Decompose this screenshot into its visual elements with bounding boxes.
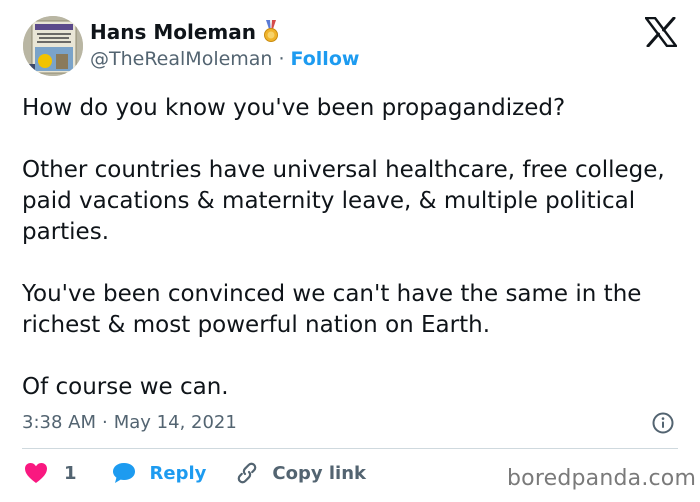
info-icon[interactable] bbox=[652, 412, 674, 434]
like-count: 1 bbox=[64, 462, 77, 484]
reply-label: Reply bbox=[149, 462, 207, 484]
action-bar: 1 Reply Copy link bbox=[24, 461, 366, 485]
tweet-time: 3:38 AM bbox=[22, 412, 96, 433]
tweet-timestamp[interactable]: 3:38 AM · May 14, 2021 bbox=[22, 412, 237, 433]
follow-button[interactable]: Follow bbox=[291, 48, 360, 70]
tweet-paragraph: Other countries have universal healthcar… bbox=[22, 157, 665, 245]
speech-bubble-icon bbox=[112, 462, 136, 484]
heart-icon bbox=[24, 462, 48, 484]
like-button[interactable]: 1 bbox=[24, 462, 77, 484]
separator-dot: · bbox=[102, 412, 108, 433]
tweet-paragraph: You've been convinced we can't have the … bbox=[22, 281, 642, 338]
avatar-image bbox=[23, 16, 83, 76]
medal-icon bbox=[263, 20, 278, 44]
tweet-card: Hans Moleman @TheRealMoleman · Follow Ho… bbox=[0, 0, 700, 502]
author-handle-row: @TheRealMoleman · Follow bbox=[90, 48, 359, 70]
avatar[interactable] bbox=[23, 16, 83, 76]
tweet-body: How do you know you've been propagandize… bbox=[22, 93, 682, 403]
tweet-paragraph: How do you know you've been propagandize… bbox=[22, 95, 566, 121]
link-icon bbox=[234, 461, 260, 485]
author-name-row: Hans Moleman bbox=[90, 20, 278, 44]
tweet-paragraph: Of course we can. bbox=[22, 374, 229, 400]
reply-button[interactable]: Reply bbox=[112, 462, 207, 484]
copy-link-label: Copy link bbox=[272, 462, 366, 484]
separator-dot: · bbox=[278, 48, 285, 70]
tweet-date: May 14, 2021 bbox=[113, 412, 237, 433]
x-logo-icon[interactable] bbox=[645, 17, 677, 47]
author-handle[interactable]: @TheRealMoleman bbox=[90, 48, 272, 70]
divider bbox=[22, 448, 678, 449]
author-display-name[interactable]: Hans Moleman bbox=[90, 20, 256, 44]
watermark: boredpanda.com bbox=[507, 466, 697, 491]
copy-link-button[interactable]: Copy link bbox=[234, 461, 366, 485]
